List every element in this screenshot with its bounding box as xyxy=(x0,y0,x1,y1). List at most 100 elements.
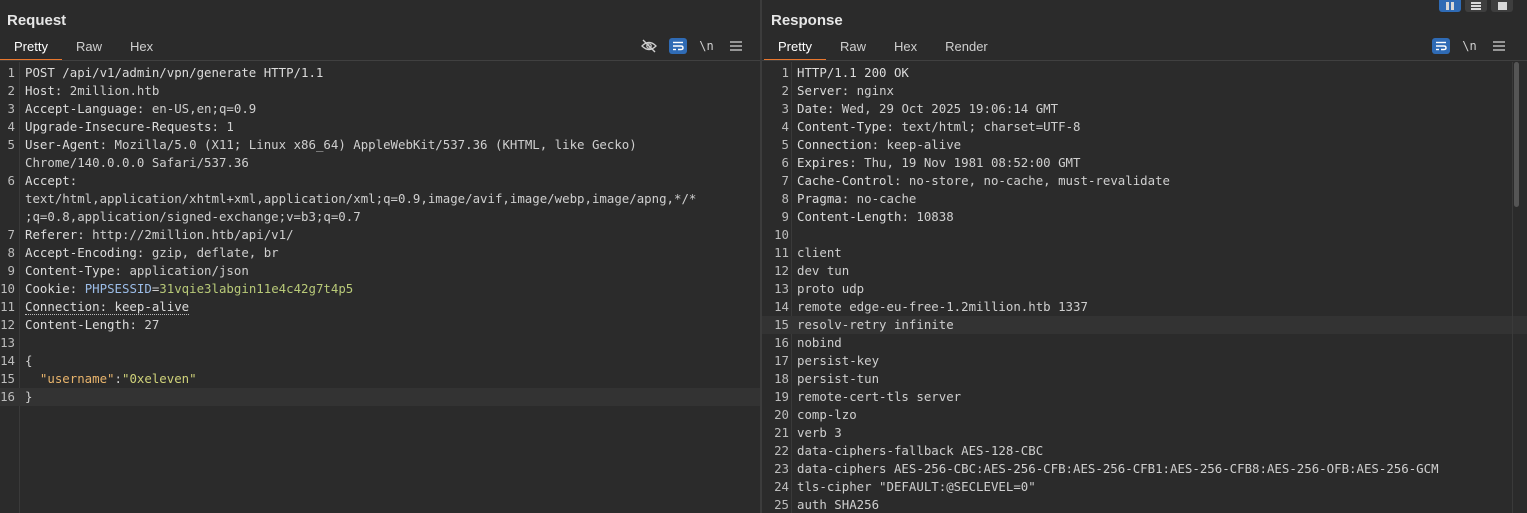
code-line[interactable]: text/html,application/xhtml+xml,applicat… xyxy=(0,190,760,208)
single-pane-icon[interactable] xyxy=(1491,0,1513,12)
code-line[interactable]: 9 Content-Length: 10838 xyxy=(762,208,1527,226)
line-text: Accept-Encoding: gzip, deflate, br xyxy=(25,244,279,262)
tab-render[interactable]: Render xyxy=(931,37,1002,59)
menu-icon[interactable] xyxy=(721,37,750,55)
token: : xyxy=(114,371,122,386)
tab-pretty[interactable]: Pretty xyxy=(764,37,826,61)
token: : 10838 xyxy=(901,209,954,224)
code-line[interactable]: 6 Expires: Thu, 19 Nov 1981 08:52:00 GMT xyxy=(762,154,1527,172)
line-number: 1 xyxy=(781,65,789,80)
code-line[interactable]: 13 proto udp xyxy=(762,280,1527,298)
tab-hex[interactable]: Hex xyxy=(880,37,931,59)
code-line[interactable]: 11 client xyxy=(762,244,1527,262)
line-text: Date: Wed, 29 Oct 2025 19:06:14 GMT xyxy=(797,100,1058,118)
code-line[interactable]: 8 Pragma: no-cache xyxy=(762,190,1527,208)
wrap-icon[interactable] xyxy=(663,37,692,55)
code-line[interactable]: ;q=0.8,application/signed-exchange;v=b3;… xyxy=(0,208,760,226)
line-number: 13 xyxy=(0,335,15,350)
line-number: 15 xyxy=(774,317,789,332)
line-text: comp-lzo xyxy=(797,406,857,424)
code-line[interactable]: 14 { xyxy=(0,352,760,370)
code-line[interactable]: 16 nobind xyxy=(762,334,1527,352)
code-line[interactable]: 15 "username":"0xeleven" xyxy=(0,370,760,388)
code-line[interactable]: 4 Upgrade-Insecure-Requests: 1 xyxy=(0,118,760,136)
code-line[interactable]: 3 Date: Wed, 29 Oct 2025 19:06:14 GMT xyxy=(762,100,1527,118)
line-text: data-ciphers AES-256-CBC:AES-256-CFB:AES… xyxy=(797,460,1439,478)
response-editor[interactable]: 1 HTTP/1.1 200 OK 2 Server: nginx 3 Date: Wed… xyxy=(762,62,1527,513)
code-line[interactable]: Chrome/140.0.0.0 Safari/537.36 xyxy=(0,154,760,172)
code-line[interactable]: 13 xyxy=(0,334,760,352)
response-tabs: Pretty Raw Hex Render xyxy=(764,37,1002,61)
code-line[interactable]: 25 auth SHA256 xyxy=(762,496,1527,513)
code-line[interactable]: 12 Content-Length: 27 xyxy=(0,316,760,334)
token: { xyxy=(25,353,33,368)
code-line[interactable]: 2 Server: nginx xyxy=(762,82,1527,100)
eye-off-icon[interactable] xyxy=(634,37,663,55)
code-line[interactable]: 10 Cookie: PHPSESSID=31vqie3labgin11e4c42… xyxy=(0,280,760,298)
token: : 27 xyxy=(129,317,160,332)
code-line[interactable]: 4 Content-Type: text/html; charset=UTF-8 xyxy=(762,118,1527,136)
token: User-Agent xyxy=(25,137,100,152)
token: ;q=0.8,application/signed-exchange;v=b3;… xyxy=(25,209,361,224)
line-text: persist-key xyxy=(797,352,879,370)
line-number: 11 xyxy=(0,299,15,314)
code-line[interactable]: 7 Referer: http://2million.htb/api/v1/ xyxy=(0,226,760,244)
tab-hex[interactable]: Hex xyxy=(116,37,167,59)
newline-toggle[interactable]: \n xyxy=(1455,37,1484,55)
code-line[interactable]: 17 persist-key xyxy=(762,352,1527,370)
request-editor[interactable]: 1 POST /api/v1/admin/vpn/generate HTTP/1.… xyxy=(0,62,760,513)
code-line[interactable]: 2 Host: 2million.htb xyxy=(0,82,760,100)
code-line[interactable]: 6 Accept: xyxy=(0,172,760,190)
newline-toggle[interactable]: \n xyxy=(692,37,721,55)
split-horizontal-icon[interactable] xyxy=(1439,0,1461,12)
line-text: Upgrade-Insecure-Requests: 1 xyxy=(25,118,234,136)
line-number: 22 xyxy=(774,443,789,458)
tab-divider xyxy=(0,60,760,61)
line-text: Server: nginx xyxy=(797,82,894,100)
split-vertical-icon[interactable] xyxy=(1465,0,1487,12)
code-line[interactable]: 15 resolv-retry infinite xyxy=(762,316,1527,334)
code-line[interactable]: 7 Cache-Control: no-store, no-cache, must… xyxy=(762,172,1527,190)
token: resolv-retry infinite xyxy=(797,317,954,332)
code-line[interactable]: 3 Accept-Language: en-US,en;q=0.9 xyxy=(0,100,760,118)
menu-icon[interactable] xyxy=(1484,37,1513,55)
wrap-icon[interactable] xyxy=(1426,37,1455,55)
code-line[interactable]: 12 dev tun xyxy=(762,262,1527,280)
code-line[interactable]: 23 data-ciphers AES-256-CBC:AES-256-CFB:A… xyxy=(762,460,1527,478)
token: persist-tun xyxy=(797,371,880,386)
line-number: 20 xyxy=(774,407,789,422)
code-line[interactable]: 10 xyxy=(762,226,1527,244)
code-line[interactable]: 16} xyxy=(0,388,760,406)
token: persist-key xyxy=(797,353,880,368)
line-number: 10 xyxy=(774,227,789,242)
code-line[interactable]: 8 Accept-Encoding: gzip, deflate, br xyxy=(0,244,760,262)
tab-pretty[interactable]: Pretty xyxy=(0,37,62,61)
code-line[interactable]: 11 Connection: keep-alive xyxy=(0,298,760,316)
code-line[interactable]: 5 Connection: keep-alive xyxy=(762,136,1527,154)
token: remote-cert-tls server xyxy=(797,389,962,404)
code-line[interactable]: 1 HTTP/1.1 200 OK xyxy=(762,64,1527,82)
request-title: Request xyxy=(7,12,67,29)
line-text: tls-cipher "DEFAULT:@SECLEVEL=0" xyxy=(797,478,1036,496)
response-pane: Response Pretty Raw Hex Render \n 1 HTTP/… xyxy=(762,0,1527,513)
line-number: 5 xyxy=(781,137,789,152)
code-line[interactable]: 1 POST /api/v1/admin/vpn/generate HTTP/1.… xyxy=(0,64,760,82)
code-line[interactable]: 22 data-ciphers-fallback AES-128-CBC xyxy=(762,442,1527,460)
code-line[interactable]: 20 comp-lzo xyxy=(762,406,1527,424)
token: : Thu, 19 Nov 1981 08:52:00 GMT xyxy=(849,155,1081,170)
tab-raw[interactable]: Raw xyxy=(62,37,116,59)
scrollbar-thumb[interactable] xyxy=(1514,62,1519,207)
code-line[interactable]: 24 tls-cipher "DEFAULT:@SECLEVEL=0" xyxy=(762,478,1527,496)
code-line[interactable]: 9 Content-Type: application/json xyxy=(0,262,760,280)
code-line[interactable]: 14 remote edge-eu-free-1.2million.htb 133… xyxy=(762,298,1527,316)
code-line[interactable]: 21 verb 3 xyxy=(762,424,1527,442)
line-text: remote-cert-tls server xyxy=(797,388,961,406)
code-line[interactable]: 5 User-Agent: Mozilla/5.0 (X11; Linux x86… xyxy=(0,136,760,154)
code-line[interactable]: 19 remote-cert-tls server xyxy=(762,388,1527,406)
line-text: Content-Type: application/json xyxy=(25,262,249,280)
code-line[interactable]: 18 persist-tun xyxy=(762,370,1527,388)
tab-raw[interactable]: Raw xyxy=(826,37,880,59)
token: client xyxy=(797,245,842,260)
request-tabs: Pretty Raw Hex xyxy=(0,37,167,61)
